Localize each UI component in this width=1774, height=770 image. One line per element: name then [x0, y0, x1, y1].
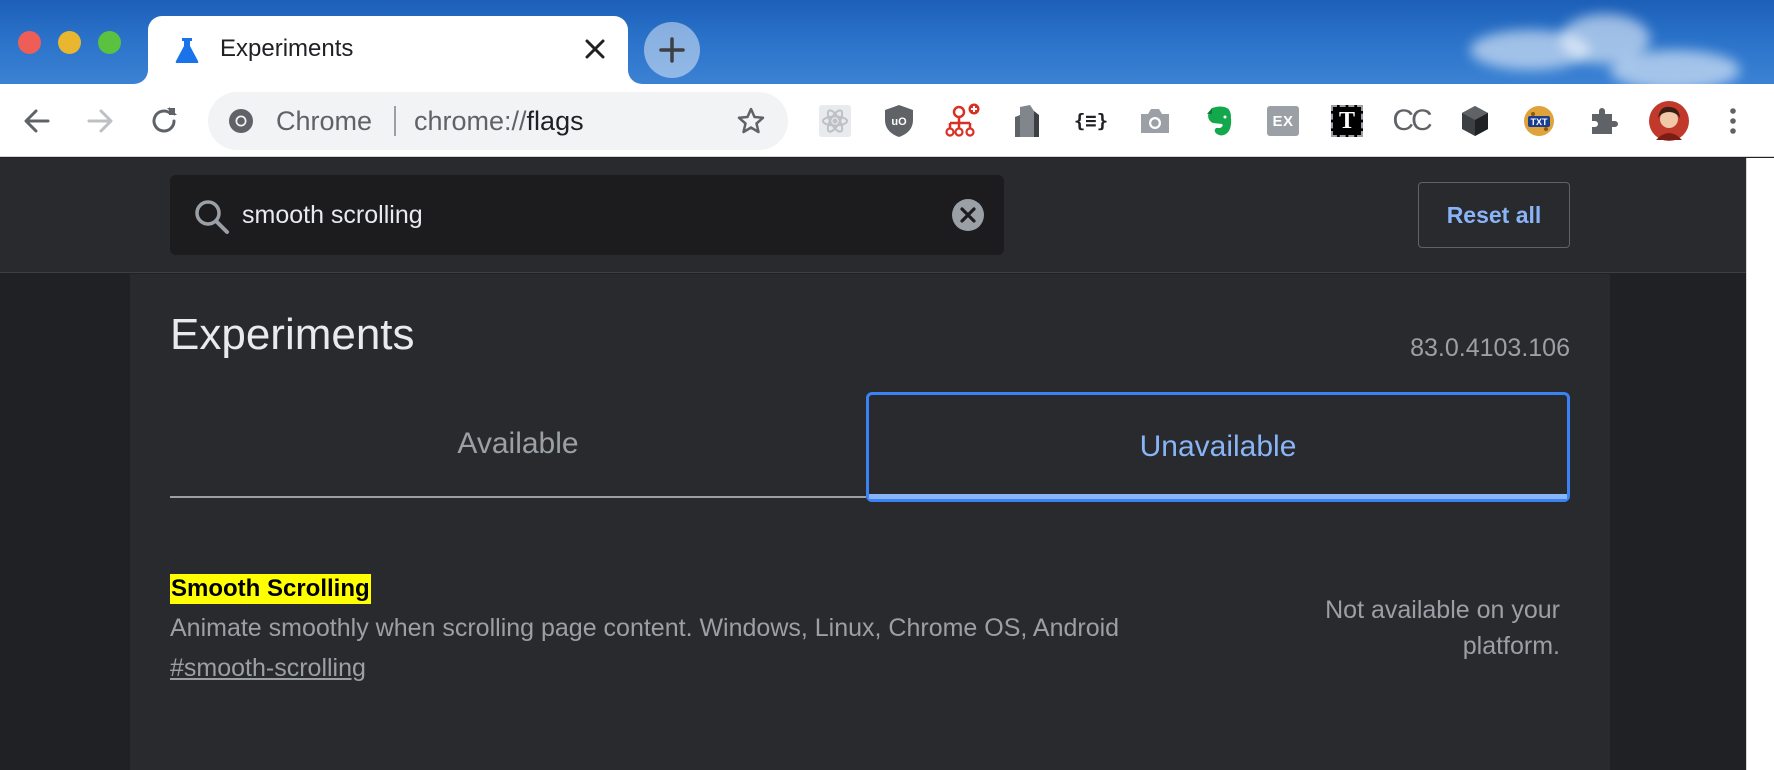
chrome-logo-icon: [229, 109, 253, 133]
svg-text:TXT: TXT: [1531, 117, 1549, 127]
cube-icon[interactable]: [1456, 102, 1494, 140]
avatar[interactable]: [1648, 100, 1690, 142]
close-window-button[interactable]: [18, 31, 41, 54]
version-label: 83.0.4103.106: [1410, 334, 1570, 362]
tab-bar: Available Unavailable: [170, 392, 1570, 502]
camera-icon[interactable]: [1136, 102, 1174, 140]
new-tab-button[interactable]: [644, 22, 700, 78]
title-bar: Experiments: [0, 0, 1774, 84]
page-header: Reset all: [0, 158, 1746, 273]
flask-icon: [175, 38, 199, 63]
cc-icon[interactable]: CC: [1392, 102, 1432, 140]
react-devtools-icon[interactable]: [816, 102, 854, 140]
page-title: Experiments: [170, 310, 415, 359]
tab-available[interactable]: Available: [170, 392, 866, 498]
txt-icon[interactable]: TXT: [1520, 102, 1558, 140]
ex-icon[interactable]: EX: [1264, 102, 1302, 140]
json-formatter-icon[interactable]: {≡}: [1072, 102, 1110, 140]
tab-unavailable[interactable]: Unavailable: [866, 392, 1570, 502]
address-bar[interactable]: Chrome chrome://flags: [208, 92, 788, 150]
zoom-window-button[interactable]: [98, 31, 121, 54]
reload-icon[interactable]: [147, 104, 181, 138]
evernote-icon[interactable]: [1200, 102, 1238, 140]
scrollbar[interactable]: [1746, 158, 1774, 770]
back-arrow-icon[interactable]: [20, 104, 54, 138]
minimize-window-button[interactable]: [58, 31, 81, 54]
search-box[interactable]: [170, 175, 1004, 255]
tower-icon[interactable]: [1008, 102, 1046, 140]
search-icon: [195, 200, 229, 234]
experiments-panel: Experiments 83.0.4103.106 Available Unav…: [130, 274, 1610, 770]
flags-page: Reset all Experiments 83.0.4103.106 Avai…: [0, 158, 1774, 770]
ublock-icon[interactable]: uO: [880, 102, 918, 140]
site-label: Chrome: [276, 106, 373, 136]
svg-text:uO: uO: [891, 116, 907, 128]
plus-icon: [659, 37, 685, 63]
clear-search-icon[interactable]: [950, 197, 986, 233]
reset-all-button[interactable]: Reset all: [1418, 182, 1570, 248]
flag-entry: Smooth Scrolling Animate smoothly when s…: [170, 574, 1570, 714]
flag-permalink[interactable]: #smooth-scrolling: [170, 654, 366, 683]
bookmark-star-icon[interactable]: [736, 106, 766, 136]
tab-unavailable-label: Unavailable: [1139, 430, 1297, 463]
flag-status: Not available on your platform.: [1325, 596, 1560, 660]
browser-toolbar: Chrome chrome://flags uO {≡} EX T CC TXT: [0, 84, 1774, 157]
search-input[interactable]: [242, 195, 882, 235]
address-divider: [394, 106, 396, 136]
more-menu-icon[interactable]: [1714, 102, 1752, 140]
url-text: chrome://flags: [414, 106, 584, 136]
flag-name: Smooth Scrolling: [170, 574, 371, 604]
flag-description: Animate smoothly when scrolling page con…: [170, 614, 1120, 642]
sitemap-icon[interactable]: [943, 102, 981, 140]
browser-tab[interactable]: Experiments: [148, 16, 628, 84]
forward-arrow-icon[interactable]: [83, 104, 117, 138]
close-tab-icon[interactable]: [582, 36, 608, 62]
t-icon[interactable]: T: [1328, 102, 1366, 140]
puzzle-icon[interactable]: [1584, 102, 1622, 140]
tab-title: Experiments: [220, 35, 354, 62]
